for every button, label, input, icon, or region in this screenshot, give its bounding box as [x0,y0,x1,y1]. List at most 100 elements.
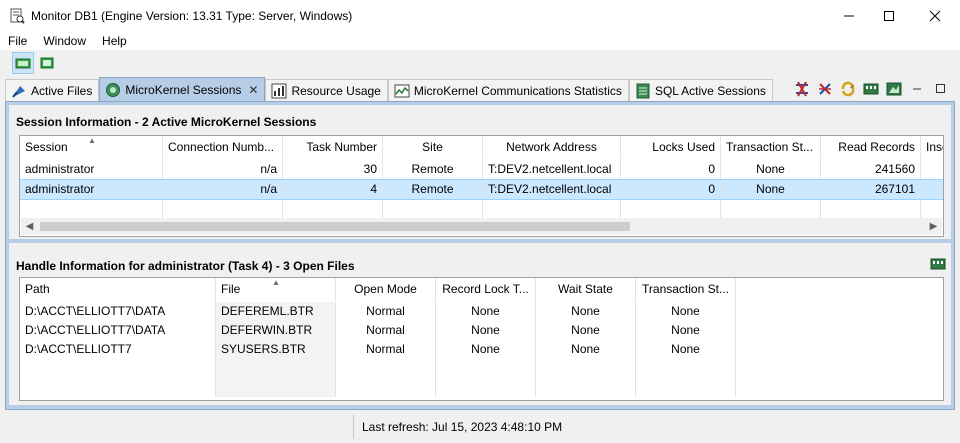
column-header-network-address[interactable]: Network Address [483,136,621,159]
refresh-icon [841,81,855,97]
cell-wait-state: None [536,321,636,340]
cell-session: administrator [20,160,163,179]
cell-transaction-state: None [721,160,821,179]
tab-sql-active-sessions[interactable]: SQL Active Sessions [628,79,773,101]
active-files-icon [12,85,25,98]
view-toolbar [789,80,950,98]
cell-session: administrator [20,180,163,199]
session-table: Session Connection Numb... Task Number S… [19,135,944,237]
columns-icon [930,258,946,270]
scrollbar-thumb[interactable] [40,222,630,231]
reset-tool-button[interactable] [815,80,835,98]
close-tab-icon[interactable]: ✕ [248,83,258,97]
minimize-view-icon [913,88,921,90]
table-row[interactable]: D:\ACCT\ELLIOTT7 SYUSERS.BTR Normal None… [20,340,943,359]
sessions-view: Session Information - 2 Active MicroKern… [5,101,955,410]
menu-file[interactable]: File [0,34,35,48]
empty-row [20,200,943,219]
table-row[interactable]: administrator n/a 30 Remote T:DEV2.netce… [20,160,943,179]
database-icon [636,83,650,98]
tab-label: Active Files [31,83,93,98]
column-header-path[interactable]: Path [20,278,216,301]
maximize-view-button[interactable] [930,80,950,98]
cell-connection-number: n/a [163,160,283,179]
cell-file: DEFERWIN.BTR [216,321,336,340]
connect-button[interactable] [12,52,34,74]
menu-bar: File Window Help [0,31,960,50]
cell-network-address: T:DEV2.netcellent.local [483,160,621,179]
cell-inserted [921,180,943,199]
column-header-read-records[interactable]: Read Records [821,136,921,159]
maximize-button[interactable] [866,0,912,31]
cell-locks-used: 0 [621,180,721,199]
minimize-icon [844,15,854,16]
scroll-left-icon[interactable]: ◀ [21,218,38,235]
cell-record-lock-type: None [436,321,536,340]
network-tool-button[interactable] [792,80,812,98]
column-header-inserted[interactable]: Inse [921,136,943,159]
disconnect-icon [40,57,54,69]
cell-transaction-state: None [636,321,736,340]
horizontal-scrollbar[interactable]: ◀ ▶ [21,218,942,235]
column-header-site[interactable]: Site [383,136,483,159]
cell-task-number: 4 [283,180,383,199]
cell-open-mode: Normal [336,340,436,359]
tab-microkernel-communications-statistics[interactable]: MicroKernel Communications Statistics [387,79,629,101]
disconnect-button[interactable] [36,52,58,74]
cell-wait-state: None [536,340,636,359]
menu-help[interactable]: Help [94,34,135,48]
column-header-open-mode[interactable]: Open Mode [336,278,436,301]
menu-window[interactable]: Window [35,34,94,48]
network-icon [796,81,808,97]
column-header-connection-number[interactable]: Connection Numb... [163,136,283,159]
column-header-task-number[interactable]: Task Number [283,136,383,159]
cell-record-lock-type: None [436,340,536,359]
cell-connection-number: n/a [163,180,283,199]
minimize-view-button[interactable] [907,80,927,98]
tab-microkernel-sessions[interactable]: MicroKernel Sessions ✕ [99,77,266,101]
cell-task-number: 30 [283,160,383,179]
column-header-transaction-state[interactable]: Transaction St... [636,278,736,301]
toolbar [0,50,960,76]
column-header-wait-state[interactable]: Wait State [536,278,636,301]
tab-active-files[interactable]: Active Files [5,79,100,101]
reset-icon [819,83,831,95]
status-bar: Last refresh: Jul 15, 2023 4:48:10 PM [0,410,960,443]
handle-columns-button[interactable] [930,257,946,274]
scroll-right-icon[interactable]: ▶ [925,218,942,235]
table-row-selected[interactable]: administrator n/a 4 Remote T:DEV2.netcel… [20,179,943,200]
maximize-view-icon [936,84,945,93]
cell-wait-state: None [536,302,636,321]
columns-tool-button[interactable] [861,80,881,98]
cell-transaction-state: None [636,340,736,359]
last-refresh-text: Last refresh: Jul 15, 2023 4:48:10 PM [362,420,563,434]
bar-chart-icon [271,83,287,98]
tab-label: MicroKernel Communications Statistics [413,83,622,98]
empty-row [20,378,943,397]
sort-ascending-icon: ▲ [272,278,280,287]
column-header-transaction-state[interactable]: Transaction St... [721,136,821,159]
refresh-tool-button[interactable] [838,80,858,98]
tab-resource-usage[interactable]: Resource Usage [265,79,388,101]
cell-file: SYUSERS.BTR [216,340,336,359]
handle-table: Path File Open Mode Record Lock T... Wai… [19,277,944,401]
empty-row [20,359,943,378]
window-title: Monitor DB1 (Engine Version: 13.31 Type:… [31,8,353,23]
sort-ascending-icon: ▲ [88,136,96,145]
cell-read-records: 241560 [821,160,921,179]
column-header-locks-used[interactable]: Locks Used [621,136,721,159]
column-header-record-lock-type[interactable]: Record Lock T... [436,278,536,301]
chart-tool-button[interactable] [884,80,904,98]
chart-icon [886,82,902,96]
cell-file: DEFEREML.BTR [216,302,336,321]
session-info-pane: Session Information - 2 Active MicroKern… [9,105,951,239]
sessions-icon [106,82,121,97]
cell-path: D:\ACCT\ELLIOTT7 [20,340,216,359]
cell-site: Remote [383,160,483,179]
close-button[interactable] [912,0,958,31]
close-icon [929,10,941,21]
table-row[interactable]: D:\ACCT\ELLIOTT7\DATA DEFERWIN.BTR Norma… [20,321,943,340]
columns-icon [863,83,879,95]
table-row[interactable]: D:\ACCT\ELLIOTT7\DATA DEFEREML.BTR Norma… [20,302,943,321]
cell-path: D:\ACCT\ELLIOTT7\DATA [20,302,216,321]
